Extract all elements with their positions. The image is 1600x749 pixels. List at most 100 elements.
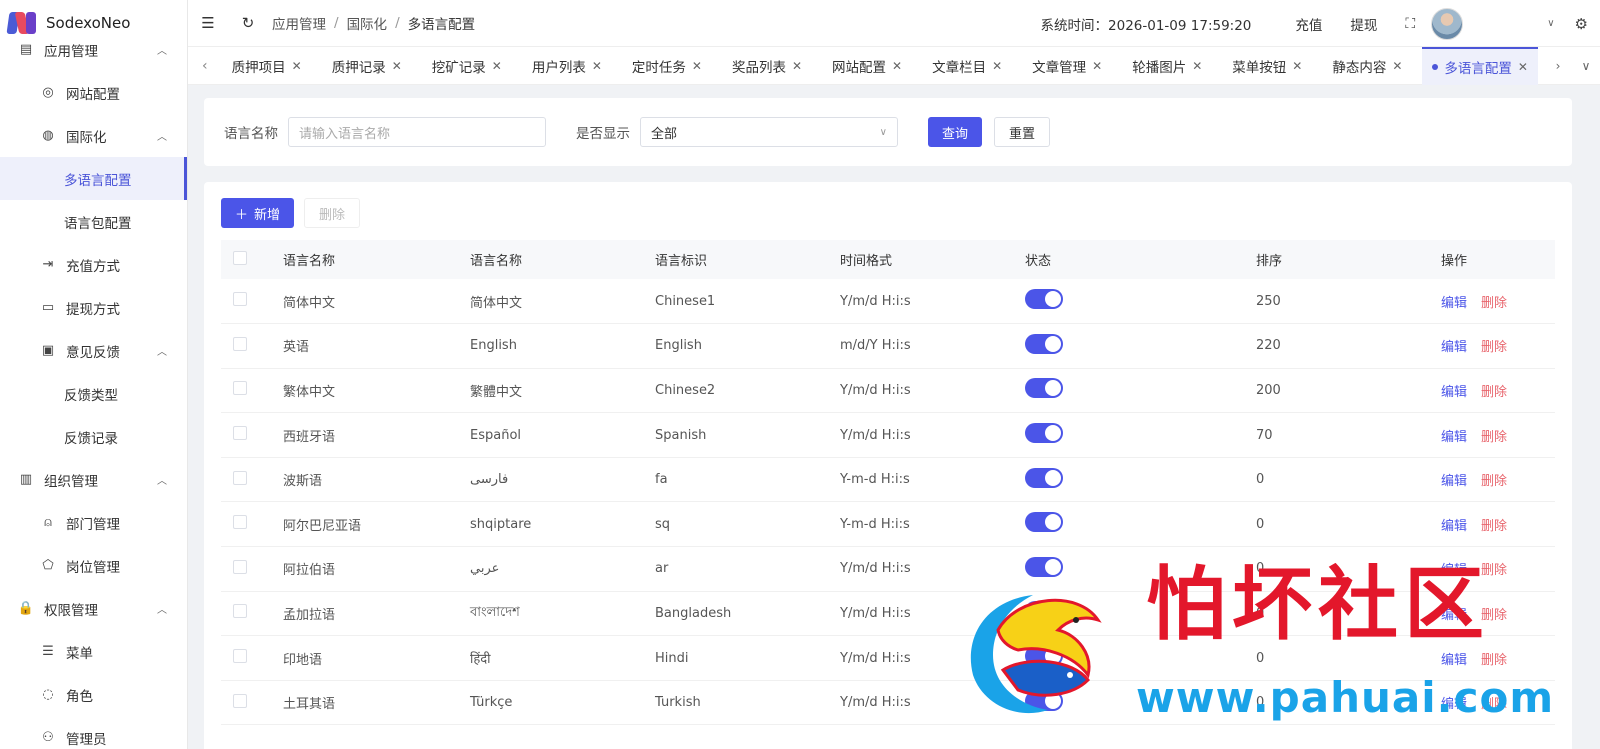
close-icon[interactable]: ✕ bbox=[592, 59, 602, 73]
sidebar-item[interactable]: 语言包配置 bbox=[0, 200, 187, 243]
edit-link[interactable]: 编辑 bbox=[1441, 608, 1467, 623]
status-toggle[interactable] bbox=[1025, 333, 1063, 354]
delete-link[interactable]: 删除 bbox=[1481, 653, 1507, 668]
edit-link[interactable]: 编辑 bbox=[1441, 296, 1467, 311]
edit-link[interactable]: 编辑 bbox=[1441, 563, 1467, 578]
tab[interactable]: 定时任务 ✕ bbox=[622, 47, 712, 85]
sidebar-item[interactable]: ⇥ 充值方式 bbox=[0, 243, 187, 286]
avatar[interactable] bbox=[1431, 7, 1464, 40]
status-toggle[interactable] bbox=[1025, 646, 1063, 667]
edit-link[interactable]: 编辑 bbox=[1441, 385, 1467, 400]
row-checkbox[interactable] bbox=[233, 693, 247, 708]
edit-link[interactable]: 编辑 bbox=[1441, 653, 1467, 668]
select-all-checkbox[interactable] bbox=[233, 250, 247, 265]
delete-link[interactable]: 删除 bbox=[1481, 697, 1507, 712]
breadcrumb-item[interactable]: 国际化 bbox=[347, 13, 388, 33]
close-icon[interactable]: ✕ bbox=[492, 59, 502, 73]
tab[interactable]: 轮播图片 ✕ bbox=[1122, 47, 1212, 85]
tab[interactable]: 质押记录 ✕ bbox=[322, 47, 412, 85]
row-checkbox[interactable] bbox=[233, 381, 247, 396]
sidebar-item[interactable]: ⬠ 岗位管理 bbox=[0, 544, 187, 587]
recharge-link[interactable]: 充值 bbox=[1295, 14, 1322, 34]
tab[interactable]: 文章管理 ✕ bbox=[1022, 47, 1112, 85]
sidebar-item[interactable]: ◌ 角色 bbox=[0, 673, 187, 716]
row-checkbox[interactable] bbox=[233, 426, 247, 441]
gear-icon[interactable]: ⚙ bbox=[1575, 15, 1588, 33]
query-button[interactable]: 查询 bbox=[928, 117, 983, 147]
status-toggle[interactable] bbox=[1025, 512, 1063, 533]
delete-link[interactable]: 删除 bbox=[1481, 474, 1507, 489]
close-icon[interactable]: ✕ bbox=[892, 59, 902, 73]
sidebar-item[interactable]: ▣ 意见反馈 ︿ bbox=[0, 329, 187, 372]
tab[interactable]: 静态内容 ✕ bbox=[1322, 47, 1412, 85]
delete-link[interactable]: 删除 bbox=[1481, 385, 1507, 400]
sidebar-item[interactable]: 🔒 权限管理 ︿ bbox=[0, 587, 187, 630]
sidebar-item[interactable]: ◎ 网站配置 bbox=[0, 71, 187, 114]
row-checkbox[interactable] bbox=[233, 470, 247, 485]
delete-link[interactable]: 删除 bbox=[1481, 608, 1507, 623]
sidebar-item[interactable]: ☰ 菜单 bbox=[0, 630, 187, 673]
close-icon[interactable]: ✕ bbox=[292, 59, 302, 73]
status-toggle[interactable] bbox=[1025, 690, 1063, 711]
delete-link[interactable]: 删除 bbox=[1481, 430, 1507, 445]
row-checkbox[interactable] bbox=[233, 649, 247, 664]
sidebar-item[interactable]: 反馈类型 bbox=[0, 372, 187, 415]
close-icon[interactable]: ✕ bbox=[1192, 59, 1202, 73]
tab[interactable]: 用户列表 ✕ bbox=[522, 47, 612, 85]
status-toggle[interactable] bbox=[1025, 467, 1063, 488]
tabs-scroll-right-icon[interactable]: › bbox=[1544, 59, 1572, 73]
status-toggle[interactable] bbox=[1025, 378, 1063, 399]
edit-link[interactable]: 编辑 bbox=[1441, 519, 1467, 534]
delete-link[interactable]: 删除 bbox=[1481, 519, 1507, 534]
delete-link[interactable]: 删除 bbox=[1481, 563, 1507, 578]
status-toggle[interactable] bbox=[1025, 423, 1063, 444]
chevron-down-icon[interactable]: ∨ bbox=[1547, 18, 1554, 29]
sidebar-item[interactable]: ◍ 国际化 ︿ bbox=[0, 114, 187, 157]
tab[interactable]: 质押项目 ✕ bbox=[222, 47, 312, 85]
tab[interactable]: 奖品列表 ✕ bbox=[722, 47, 812, 85]
delete-link[interactable]: 删除 bbox=[1481, 296, 1507, 311]
withdraw-link[interactable]: 提现 bbox=[1350, 14, 1377, 34]
edit-link[interactable]: 编辑 bbox=[1441, 697, 1467, 712]
close-icon[interactable]: ✕ bbox=[992, 59, 1002, 73]
row-checkbox[interactable] bbox=[233, 559, 247, 574]
sidebar-item[interactable]: 反馈记录 bbox=[0, 415, 187, 458]
add-button[interactable]: ＋ 新增 bbox=[221, 198, 295, 228]
close-icon[interactable]: ✕ bbox=[1092, 59, 1102, 73]
tab[interactable]: 文章栏目 ✕ bbox=[922, 47, 1012, 85]
row-checkbox[interactable] bbox=[233, 515, 247, 530]
refresh-icon[interactable]: ↻ bbox=[228, 14, 268, 32]
tabs-dropdown-icon[interactable]: ∨ bbox=[1572, 59, 1600, 73]
close-icon[interactable]: ✕ bbox=[792, 59, 802, 73]
sidebar-item[interactable]: ▤ 应用管理 ︿ bbox=[0, 28, 187, 71]
reset-button[interactable]: 重置 bbox=[994, 117, 1051, 147]
tab[interactable]: 菜单按钮 ✕ bbox=[1222, 47, 1312, 85]
menu-collapse-icon[interactable]: ☰ bbox=[188, 14, 228, 32]
close-icon[interactable]: ✕ bbox=[1392, 59, 1402, 73]
row-checkbox[interactable] bbox=[233, 292, 247, 307]
tab[interactable]: 挖矿记录 ✕ bbox=[422, 47, 512, 85]
sidebar-item[interactable]: 多语言配置 bbox=[0, 157, 187, 200]
tabs-scroll-left-icon[interactable]: ‹ bbox=[188, 58, 222, 74]
fullscreen-icon[interactable]: ⛶ bbox=[1405, 16, 1415, 32]
tab[interactable]: 多语言配置 ✕ bbox=[1422, 46, 1538, 85]
sidebar-item[interactable]: ▥ 组织管理 ︿ bbox=[0, 458, 187, 501]
sidebar-item[interactable]: ⚇ 管理员 bbox=[0, 716, 187, 749]
close-icon[interactable]: ✕ bbox=[1292, 59, 1302, 73]
status-toggle[interactable] bbox=[1025, 289, 1063, 310]
edit-link[interactable]: 编辑 bbox=[1441, 430, 1467, 445]
row-checkbox[interactable] bbox=[233, 604, 247, 619]
breadcrumb-item[interactable]: 应用管理 bbox=[272, 13, 326, 33]
delete-link[interactable]: 删除 bbox=[1481, 340, 1507, 355]
sidebar-item[interactable]: ▭ 提现方式 bbox=[0, 286, 187, 329]
tab[interactable]: 网站配置 ✕ bbox=[822, 47, 912, 85]
close-icon[interactable]: ✕ bbox=[392, 59, 402, 73]
row-checkbox[interactable] bbox=[233, 336, 247, 351]
edit-link[interactable]: 编辑 bbox=[1441, 340, 1467, 355]
sidebar-item[interactable]: ⍝ 部门管理 bbox=[0, 501, 187, 544]
status-toggle[interactable] bbox=[1025, 556, 1063, 577]
delete-button[interactable]: 删除 bbox=[304, 198, 361, 228]
edit-link[interactable]: 编辑 bbox=[1441, 474, 1467, 489]
status-toggle[interactable] bbox=[1025, 601, 1063, 622]
close-icon[interactable]: ✕ bbox=[692, 59, 702, 73]
